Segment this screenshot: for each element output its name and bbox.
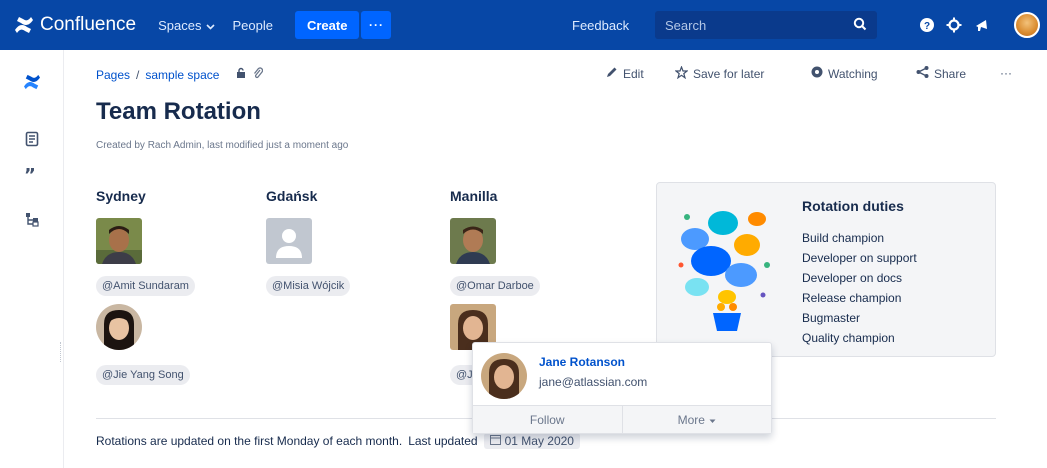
duty-item: Developer on support bbox=[802, 251, 917, 265]
team-chat-illustration bbox=[678, 211, 770, 331]
duty-item: Build champion bbox=[802, 231, 885, 245]
profile-photo-jie[interactable] bbox=[96, 304, 142, 350]
date-lozenge[interactable]: 01 May 2020 bbox=[483, 433, 580, 449]
profile-hover-card: Jane Rotanson jane@atlassian.com Follow … bbox=[472, 342, 772, 434]
more-actions-button[interactable]: ··· bbox=[1000, 66, 1012, 80]
page-byline: Created by Rach Admin, last modified jus… bbox=[96, 140, 349, 151]
search-icon[interactable] bbox=[853, 17, 867, 34]
confluence-logo-icon bbox=[15, 17, 33, 33]
hover-card-name[interactable]: Jane Rotanson bbox=[539, 355, 625, 369]
breadcrumb-pages[interactable]: Pages bbox=[96, 68, 130, 82]
user-mention-omar[interactable]: @Omar Darboe bbox=[450, 276, 540, 296]
spaces-label: Spaces bbox=[158, 17, 202, 33]
profile-photo-amit[interactable] bbox=[96, 218, 142, 264]
brand-name: Confluence bbox=[40, 14, 137, 35]
search-input[interactable]: Search bbox=[655, 11, 877, 39]
user-mention-jie[interactable]: @Jie Yang Song bbox=[96, 365, 190, 385]
footer-note-text: Rotations are updated on the first Monda… bbox=[96, 434, 403, 448]
team-heading-manilla: Manilla bbox=[450, 188, 498, 204]
create-button[interactable]: Create bbox=[294, 11, 360, 39]
notifications-megaphone-icon[interactable] bbox=[972, 15, 992, 35]
settings-gear-icon[interactable] bbox=[944, 15, 964, 35]
page-title: Team Rotation bbox=[96, 98, 261, 125]
pages-icon[interactable] bbox=[22, 129, 42, 149]
space-sidebar: ” bbox=[0, 50, 64, 468]
calendar-icon bbox=[489, 434, 501, 448]
search-placeholder: Search bbox=[665, 17, 707, 33]
duty-item: Developer on docs bbox=[802, 271, 903, 285]
chevron-down-icon bbox=[205, 18, 215, 33]
restrictions-lock-icon[interactable] bbox=[235, 67, 247, 82]
blog-quote-icon[interactable]: ” bbox=[22, 165, 42, 185]
duty-item: Quality champion bbox=[802, 331, 895, 345]
last-updated-label: Last updated bbox=[408, 434, 478, 448]
save-for-later-label: Save for later bbox=[693, 67, 765, 81]
people-label: People bbox=[232, 17, 273, 33]
follow-button[interactable]: Follow bbox=[473, 406, 622, 433]
top-navigation: Confluence Spaces People Create ··· Feed… bbox=[0, 0, 1047, 50]
caret-down-icon bbox=[709, 413, 716, 427]
duties-list: Build champion Developer on support Deve… bbox=[802, 228, 917, 348]
help-icon[interactable]: ? bbox=[917, 15, 937, 35]
edit-button[interactable]: Edit bbox=[606, 66, 644, 81]
save-for-later-button[interactable]: Save for later bbox=[674, 65, 765, 82]
profile-photo-misia-placeholder[interactable] bbox=[266, 218, 312, 264]
breadcrumb-space[interactable]: sample space bbox=[145, 68, 219, 82]
watching-label: Watching bbox=[828, 66, 878, 81]
user-mention-amit[interactable]: @Amit Sundaram bbox=[96, 276, 195, 296]
last-updated-date: 01 May 2020 bbox=[504, 434, 574, 448]
more-dropdown-button[interactable]: More bbox=[621, 406, 772, 433]
breadcrumb: Pages / sample space bbox=[96, 67, 264, 82]
duty-item: Release champion bbox=[802, 291, 902, 305]
pencil-icon bbox=[606, 66, 618, 81]
share-button[interactable]: Share bbox=[916, 66, 966, 81]
user-avatar[interactable] bbox=[1014, 12, 1040, 38]
more-label: More bbox=[677, 412, 705, 427]
profile-photo-omar[interactable] bbox=[450, 218, 496, 264]
edit-label: Edit bbox=[623, 66, 644, 81]
star-icon bbox=[674, 65, 689, 82]
attachment-paperclip-icon[interactable] bbox=[253, 67, 264, 82]
sidebar-resize-handle[interactable] bbox=[60, 342, 62, 362]
duty-item: Bugmaster bbox=[802, 311, 861, 325]
duties-title: Rotation duties bbox=[802, 198, 904, 214]
eye-icon bbox=[811, 66, 823, 81]
page-tree-icon[interactable] bbox=[22, 210, 42, 230]
hover-card-avatar[interactable] bbox=[481, 353, 527, 399]
breadcrumb-separator: / bbox=[136, 67, 140, 82]
rotation-duties-panel: Rotation duties Build champion Developer… bbox=[656, 182, 996, 357]
confluence-logo[interactable]: Confluence bbox=[14, 14, 136, 36]
share-icon bbox=[916, 66, 929, 81]
hover-card-email: jane@atlassian.com bbox=[539, 375, 648, 389]
people-link[interactable]: People bbox=[233, 18, 273, 33]
hover-card-actions: Follow More bbox=[473, 405, 771, 433]
svg-text:”: ” bbox=[24, 168, 36, 182]
watching-button[interactable]: Watching bbox=[811, 66, 878, 81]
space-logo-icon[interactable] bbox=[22, 72, 42, 92]
team-heading-gdansk: Gdańsk bbox=[266, 188, 318, 204]
footer-note: Rotations are updated on the first Monda… bbox=[96, 433, 580, 449]
svg-text:?: ? bbox=[924, 21, 930, 32]
create-more-button[interactable]: ··· bbox=[361, 11, 392, 39]
spaces-menu[interactable]: Spaces bbox=[158, 17, 215, 33]
user-mention-misia[interactable]: @Misia Wójcik bbox=[266, 276, 351, 296]
team-heading-sydney: Sydney bbox=[96, 188, 146, 204]
feedback-link[interactable]: Feedback bbox=[572, 0, 629, 50]
share-label: Share bbox=[934, 66, 967, 81]
